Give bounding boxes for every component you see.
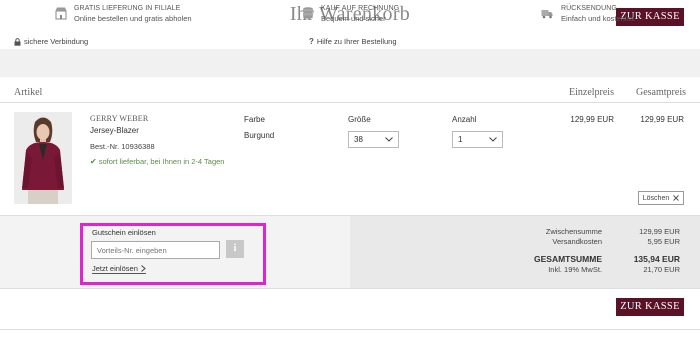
- product-name[interactable]: Jersey-Blazer: [90, 126, 139, 135]
- help-link[interactable]: ? Hilfe zu Ihrer Bestellung: [309, 37, 397, 46]
- grand-total-value: 135,94 EUR: [633, 254, 680, 264]
- vat-value: 21,70 EUR: [643, 265, 680, 274]
- chevron-down-icon: [489, 137, 497, 142]
- check-icon: ✔: [90, 157, 97, 166]
- question-icon: ?: [309, 37, 314, 46]
- quantity-label: Anzahl: [452, 115, 477, 124]
- truck-icon: [541, 10, 553, 19]
- benefit-title: GRATIS LIEFERUNG IN FILIALE: [74, 5, 181, 12]
- availability-label: sofort lieferbar, bei Ihnen in 2-4 Tagen: [98, 157, 225, 166]
- subtotal-value: 129,99 EUR: [639, 227, 680, 236]
- product-article-number: Best.-Nr. 10936388: [90, 142, 155, 151]
- vat-label: Inkl. 19% MwSt.: [548, 265, 602, 274]
- delete-button[interactable]: Löschen: [638, 191, 684, 205]
- divider: [0, 329, 700, 330]
- close-icon: [673, 195, 680, 201]
- store-icon: [55, 7, 67, 20]
- product-image[interactable]: [14, 112, 72, 204]
- benefit-subtitle: Online bestellen und gratis abholen: [74, 14, 192, 23]
- column-unit-price: Einzelpreis: [569, 87, 614, 98]
- size-label: Größe: [348, 115, 371, 124]
- benefit-invoice: KAUF AUF RECHNUNG Bequem und sicher: [302, 5, 399, 23]
- size-select-value: 38: [354, 135, 363, 144]
- availability: ✔ sofort lieferbar, bei Ihnen in 2-4 Tag…: [90, 157, 224, 166]
- unit-price: 129,99 EUR: [570, 115, 614, 124]
- product-photo: [14, 112, 72, 204]
- column-total-price: Gesamtpreis: [636, 87, 686, 98]
- invoice-stack-icon: [303, 7, 313, 19]
- benefits-bar: [0, 49, 700, 77]
- benefit-store-delivery: GRATIS LIEFERUNG IN FILIALE Online beste…: [55, 5, 192, 23]
- redeem-voucher-label: Jetzt einlösen: [92, 264, 138, 273]
- voucher-title: Gutschein einlösen: [92, 228, 156, 237]
- chevron-down-icon: [385, 137, 393, 142]
- checkout-button-bottom[interactable]: ZUR KASSE: [616, 298, 684, 316]
- lock-icon: [14, 37, 21, 46]
- column-article: Artikel: [14, 87, 43, 98]
- chevron-right-icon: [141, 265, 146, 272]
- size-select[interactable]: 38: [348, 131, 399, 148]
- voucher-info-button[interactable]: i: [226, 240, 244, 258]
- color-value: Burgund: [244, 131, 275, 140]
- benefit-returns: RÜCKSENDUNG Einfach und kostenlos: [540, 5, 634, 23]
- quantity-select-value: 1: [458, 135, 463, 144]
- benefit-subtitle: Bequem und sicher: [321, 14, 386, 23]
- delete-label: Löschen: [642, 194, 670, 202]
- subtotal-label: Zwischensumme: [545, 227, 602, 236]
- shipping-value: 5,95 EUR: [647, 237, 680, 246]
- benefit-title: RÜCKSENDUNG: [561, 5, 617, 12]
- help-label: Hilfe zu Ihrer Bestellung: [316, 37, 397, 46]
- secure-connection-label: sichere Verbindung: [24, 37, 89, 46]
- total-price: 129,99 EUR: [640, 115, 684, 124]
- voucher-input[interactable]: [91, 241, 220, 259]
- color-label: Farbe: [244, 115, 265, 124]
- product-brand[interactable]: GERRY WEBER: [90, 114, 148, 123]
- secure-connection: sichere Verbindung: [14, 37, 88, 46]
- benefit-subtitle: Einfach und kostenlos: [561, 14, 635, 23]
- grand-total-label: GESAMTSUMME: [534, 254, 602, 264]
- benefit-title: KAUF AUF RECHNUNG: [321, 5, 400, 12]
- shipping-label: Versandkosten: [552, 237, 602, 246]
- redeem-voucher-link[interactable]: Jetzt einlösen: [92, 264, 146, 274]
- quantity-select[interactable]: 1: [452, 131, 503, 148]
